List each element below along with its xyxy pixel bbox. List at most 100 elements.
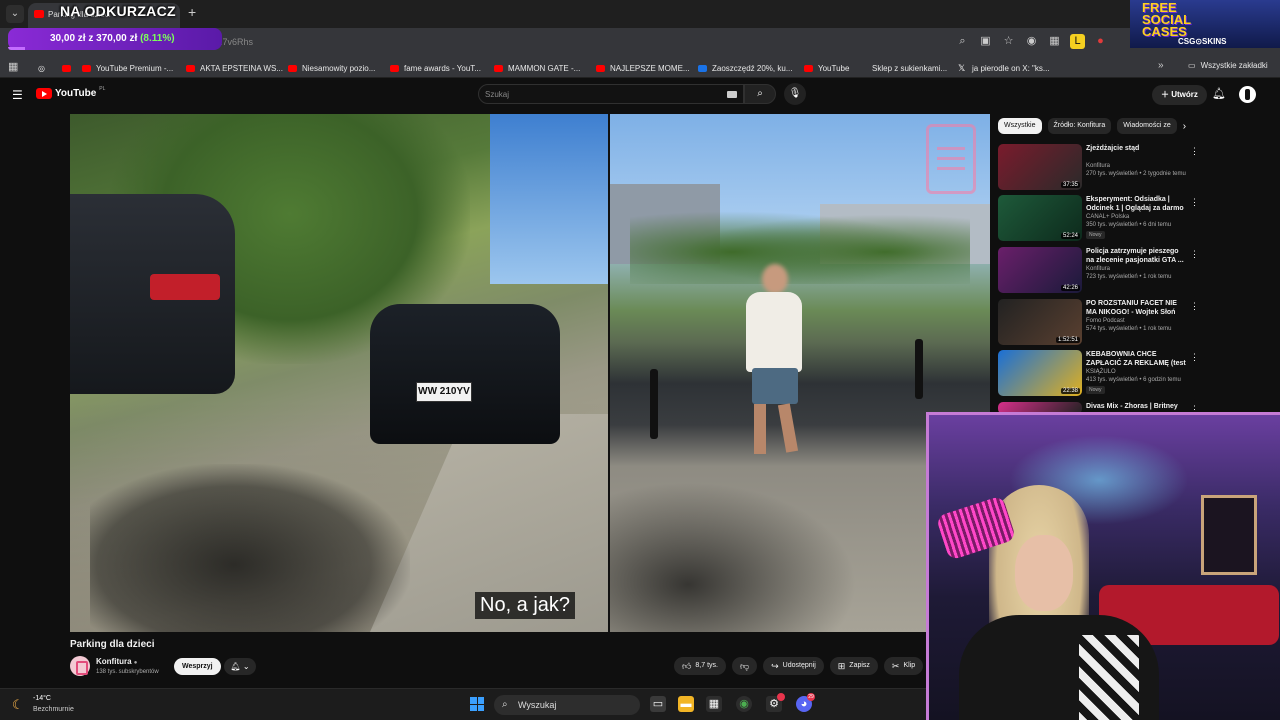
bookmark-item[interactable]: fame awards - YouT... [390, 61, 481, 75]
more-options-icon[interactable]: ⋮ [1190, 352, 1199, 363]
subscription-bell-button[interactable]: 🔔︎ ⌄ [224, 658, 256, 675]
new-badge: Nowy [1086, 386, 1105, 394]
video-duration: 42:26 [1060, 285, 1080, 291]
bookmark-label: YouTube [818, 63, 850, 73]
clip-button[interactable]: ✂ Klip [883, 657, 924, 675]
channel-watermark-icon[interactable] [926, 124, 976, 194]
related-thumbnail[interactable]: 22:38 [998, 350, 1082, 396]
bookmark-item[interactable]: MAMMON GATE -... [494, 61, 580, 75]
extension-icon[interactable]: ◉ [1024, 34, 1039, 49]
youtube-logo-text: YouTube [55, 88, 97, 99]
all-bookmarks-button[interactable]: ▭ Wszystkie zakładki [1188, 61, 1268, 70]
tab-search-menu-icon[interactable]: ⌄ [6, 5, 24, 23]
video-player[interactable]: WW 210YV No, a jak? [70, 114, 990, 632]
stream-goal-widget: 30,00 zł z 370,00 zł (8.11%) [8, 28, 222, 50]
bollard [915, 339, 923, 399]
chip-source[interactable]: Źródło: Konfitura [1047, 118, 1112, 134]
bookmark-label: YouTube Premium -... [96, 63, 174, 73]
chip-all[interactable]: Wszystkie [998, 118, 1042, 134]
bookmark-item[interactable]: NAJLEPSZE MOME... [596, 61, 690, 75]
bookmarks-overflow-icon[interactable]: » [1158, 60, 1164, 71]
channel-avatar[interactable] [70, 656, 90, 676]
related-thumbnail[interactable]: 52:24 [998, 195, 1082, 241]
related-video-item[interactable]: 1:52:51 PO ROZSTANIU FACET NIE MA NIKOGO!… [998, 299, 1199, 347]
more-options-icon[interactable]: ⋮ [1190, 197, 1199, 208]
related-thumbnail[interactable]: 37:35 [998, 144, 1082, 190]
microsoft-store-icon[interactable]: ▦ [706, 696, 722, 712]
search-button[interactable]: ⌕ [744, 84, 776, 104]
share-button[interactable]: ↪ Udostępnij [763, 657, 824, 675]
discord-icon[interactable]: ◕ 29 [796, 693, 815, 712]
bookmark-item[interactable]: Niesamowity pozio... [288, 61, 375, 75]
zoom-icon[interactable]: ⌕ [955, 34, 970, 49]
save-button[interactable]: ⊞ Zapisz [829, 657, 878, 675]
moon-weather-icon[interactable]: ☾ [12, 697, 24, 713]
new-tab-icon[interactable]: + [188, 4, 196, 20]
more-options-icon[interactable]: ⋮ [1190, 301, 1199, 312]
scissors-icon: ✂ [891, 661, 900, 671]
related-thumbnail[interactable]: 1:52:51 [998, 299, 1082, 345]
shadow [610, 474, 870, 632]
apps-grid-icon[interactable]: ▦ [8, 60, 18, 73]
extension-icon-4[interactable]: ● [1093, 34, 1108, 49]
notifications-bell-icon[interactable]: 🔔︎ [1212, 87, 1226, 100]
bookmark-label: fame awards - YouT... [404, 63, 481, 73]
chevron-right-icon[interactable]: › [1183, 121, 1186, 132]
keyboard-icon[interactable] [727, 91, 737, 98]
hamburger-menu-icon[interactable]: ☰ [12, 88, 23, 102]
related-thumbnail[interactable]: 42:26 [998, 247, 1082, 293]
bluesky-icon [698, 64, 707, 72]
chrome-taskbar-icon[interactable]: ◉ [736, 696, 752, 712]
goal-text: 30,00 zł z 370,00 zł (8.11%) [50, 33, 175, 44]
create-button[interactable]: ＋ Utwórz [1152, 85, 1207, 105]
weather-description[interactable]: Bezchmurnie [33, 706, 74, 713]
bookmark-label: Niesamowity pozio... [302, 63, 376, 73]
video-frame-left: WW 210YV [70, 114, 608, 632]
microphone-icon[interactable]: 🎙 [784, 83, 806, 105]
subscriber-count: 138 tys. subskrybentów [96, 669, 159, 675]
channel-name[interactable]: Konfitura ● [96, 657, 137, 666]
weather-temperature[interactable]: -14°C [33, 695, 51, 702]
file-explorer-icon[interactable]: ▬ [678, 696, 694, 712]
more-options-icon[interactable]: ⋮ [1190, 146, 1199, 157]
bookmark-item[interactable]: 𝕏ja pierodle on X: "ks... [958, 61, 1050, 75]
account-avatar[interactable] [1239, 86, 1256, 103]
dislike-button[interactable]: 👎︎ [731, 657, 758, 675]
chip-news[interactable]: Wiadomości ze [1117, 118, 1177, 134]
bookmark-item[interactable]: Zaoszczędź 20%, ku... [698, 61, 792, 75]
goal-current: 30,00 zł [50, 33, 86, 44]
bookmark-item[interactable]: AKTA EPSTEINA WS... [186, 61, 283, 75]
related-video-item[interactable]: 52:24 Eksperyment: Odsiadka | Odcinek 1 |… [998, 195, 1199, 243]
support-button[interactable]: Wesprzyj [174, 658, 221, 675]
related-video-item[interactable]: 42:26 Policja zatrzymuje pieszego na zlec… [998, 247, 1199, 295]
windows-start-icon[interactable] [470, 697, 484, 711]
bookmark-item[interactable]: YouTube [804, 61, 849, 75]
promo-headline: FREE SOCIAL CASES [1142, 1, 1191, 38]
save-label: Zapisz [849, 662, 870, 669]
extension-icon-3[interactable]: L [1070, 34, 1085, 49]
taskbar-search[interactable]: ⌕ Wyszukaj [494, 695, 640, 715]
related-title: Zjeżdżajcie stąd [1086, 145, 1140, 152]
bookmark-youtube-icon[interactable] [62, 61, 71, 75]
bookmark-item[interactable]: YouTube Premium -... [82, 61, 173, 75]
related-meta: 270 tys. wyświetleń • 2 tygodnie temu [1086, 171, 1186, 177]
chrome-icon[interactable]: ◎ [38, 61, 45, 75]
bookmark-item[interactable]: Sklep z sukienkami... [858, 61, 947, 75]
goal-target: 370,00 zł [96, 33, 138, 44]
search-input[interactable]: Szukaj [478, 84, 744, 104]
like-button[interactable]: 👍︎ 8,7 tys. [674, 657, 726, 675]
youtube-icon [288, 64, 297, 72]
stream-overlay-title: NA ODKURZACZ [60, 3, 176, 19]
extension-icon-2[interactable]: ▦ [1047, 34, 1062, 49]
video-duration: 1:52:51 [1055, 337, 1080, 343]
steam-icon[interactable]: ⚙ [766, 693, 785, 712]
cast-icon[interactable]: ▣ [978, 34, 993, 49]
blurred-face [762, 264, 788, 294]
task-view-icon[interactable]: ▭ [650, 696, 666, 712]
more-options-icon[interactable]: ⋮ [1190, 249, 1199, 260]
bookmark-star-icon[interactable]: ☆ [1001, 34, 1016, 49]
related-video-item[interactable]: 37:35 Zjeżdżajcie stąd Konfitura 270 tys. w… [998, 144, 1199, 192]
youtube-logo[interactable]: YouTube PL [36, 86, 105, 99]
related-title: Policja zatrzymuje pieszego na zlecenie … [1086, 248, 1184, 264]
related-video-item[interactable]: 22:38 KEBABOWNIA CHCE ZAPŁACIĆ ZA REKLAMĘ… [998, 350, 1199, 398]
